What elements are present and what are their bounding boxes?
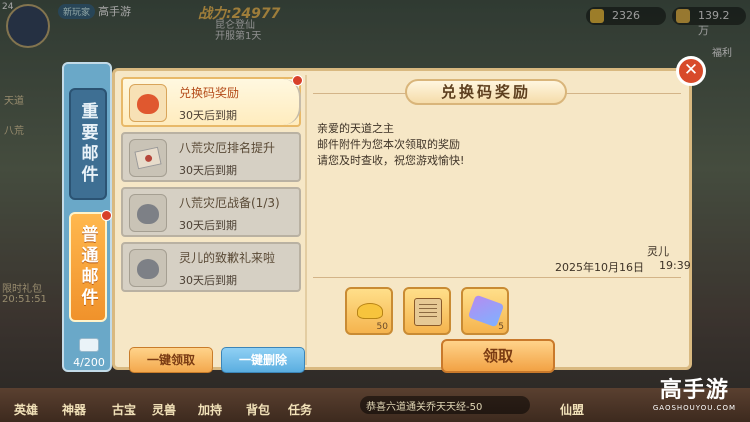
tab-normal-mail[interactable]: 普通邮件 xyxy=(69,212,107,322)
nav-bless[interactable]: 加持 xyxy=(198,401,222,418)
nav-beast[interactable]: 灵兽 xyxy=(152,401,176,418)
envelope-icon xyxy=(129,139,167,177)
mail-item[interactable]: 灵儿的致歉礼来啦 30天后到期 xyxy=(121,242,301,292)
mail-expire: 30天后到期 xyxy=(179,219,237,232)
mail-tab-column: 重要邮件 普通邮件 4/200 xyxy=(62,62,112,372)
new-badge xyxy=(101,210,112,221)
gray-bag-icon xyxy=(129,194,167,232)
mail-title: 兑换码奖励 xyxy=(179,86,240,100)
bottom-nav: 英雄 神器 古宝 灵兽 加持 背包 任务 恭喜六道通关乔天天经-50 仙盟 xyxy=(0,388,750,422)
delete-all-button[interactable]: 一键删除 xyxy=(221,347,305,373)
reward-slot[interactable]: 50 xyxy=(345,287,393,335)
mail-time: 19:39 xyxy=(659,259,691,272)
nav-task[interactable]: 任务 xyxy=(288,401,312,418)
gray-bag-icon xyxy=(129,249,167,287)
mail-item[interactable]: 八荒灾厄战备(1/3) 30天后到期 xyxy=(121,187,301,237)
announcement-marquee: 恭喜六道通关乔天天经-50 xyxy=(360,396,530,414)
mail-line-2: 请您及时查收，祝您游戏愉快! xyxy=(317,154,465,167)
claim-button[interactable]: 领取 xyxy=(441,339,555,373)
gold-ingot-icon xyxy=(357,303,383,319)
mail-detail: 兑换码奖励 亲爱的天道之主 邮件附件为您本次领取的奖励 请您及时查收，祝您游戏愉… xyxy=(305,75,691,373)
scroll-icon xyxy=(414,298,442,326)
mail-expire: 30天后到期 xyxy=(179,109,237,122)
reward-qty: 5 xyxy=(498,322,504,332)
site-watermark: 高手游 GAOSHOUYOU.COM xyxy=(653,372,736,412)
nav-artifact[interactable]: 神器 xyxy=(62,401,86,418)
mail-heading: 兑换码奖励 xyxy=(405,79,567,105)
new-badge xyxy=(292,75,303,86)
mail-date: 2025年10月16日 xyxy=(555,261,644,274)
mail-sender: 灵儿 xyxy=(647,245,669,258)
tab-important-mail[interactable]: 重要邮件 xyxy=(69,88,107,200)
mail-body: 亲爱的天道之主 邮件附件为您本次领取的奖励 请您及时查收，祝您游戏愉快! xyxy=(317,121,464,169)
mail-title: 八荒灾厄排名提升 xyxy=(179,141,276,155)
reward-slot[interactable]: 5 xyxy=(461,287,509,335)
mail-panel: 兑换码奖励 30天后到期 八荒灾厄排名提升 30天后到期 八荒灾厄战备(1/3)… xyxy=(112,68,692,373)
nav-bag[interactable]: 背包 xyxy=(246,401,270,418)
red-bag-icon xyxy=(129,84,167,122)
mail-line-1: 邮件附件为您本次领取的奖励 xyxy=(317,138,460,151)
close-icon[interactable]: ✕ xyxy=(676,56,706,86)
detail-divider xyxy=(313,277,681,278)
mail-greeting: 亲爱的天道之主 xyxy=(317,122,394,135)
mail-expire: 30天后到期 xyxy=(179,164,237,177)
reward-slot[interactable] xyxy=(403,287,451,335)
nav-guild[interactable]: 仙盟 xyxy=(560,401,584,418)
watermark-logo: 高手游 xyxy=(659,378,729,403)
watermark-url: GAOSHOUYOU.COM xyxy=(652,404,736,412)
mail-item[interactable]: 兑换码奖励 30天后到期 xyxy=(121,75,303,127)
mail-list: 兑换码奖励 30天后到期 八荒灾厄排名提升 30天后到期 八荒灾厄战备(1/3)… xyxy=(121,75,305,373)
mail-expire: 30天后到期 xyxy=(179,274,237,287)
nav-treasure[interactable]: 古宝 xyxy=(112,401,136,418)
receive-all-button[interactable]: 一键领取 xyxy=(129,347,213,373)
mail-count: 4/200 xyxy=(73,356,105,369)
mail-title: 灵儿的致歉礼来啦 xyxy=(179,251,276,265)
reward-qty: 50 xyxy=(376,322,388,332)
nav-hero[interactable]: 英雄 xyxy=(14,401,38,418)
mail-item[interactable]: 八荒灾厄排名提升 30天后到期 xyxy=(121,132,301,182)
mail-dialog: 重要邮件 普通邮件 4/200 兑换码奖励 30天后到期 八荒灾厄排名提升 30… xyxy=(62,56,706,373)
mail-title: 八荒灾厄战备(1/3) xyxy=(179,196,280,210)
mailbox-icon xyxy=(79,338,99,352)
